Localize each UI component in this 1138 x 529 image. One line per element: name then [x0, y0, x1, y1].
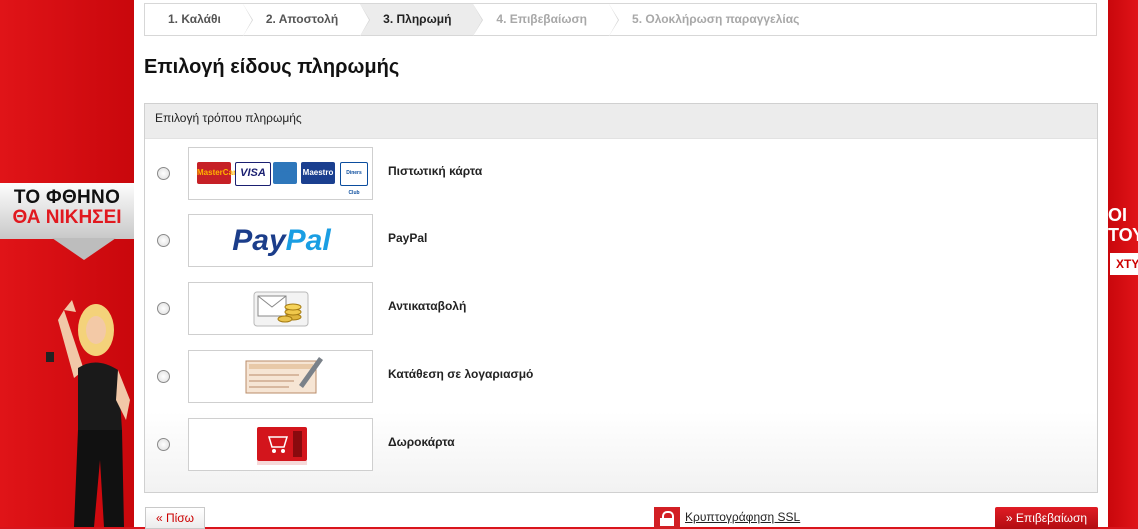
- credit-cards-icon[interactable]: MasterCard VISA American Express Maestro…: [188, 147, 373, 200]
- amex-logo: American Express: [273, 162, 297, 184]
- option-label-credit-card[interactable]: Πιστωτική κάρτα: [388, 164, 482, 178]
- ssl-encryption-link[interactable]: Κρυπτογράφηση SSL: [685, 510, 800, 524]
- back-button[interactable]: « Πίσω: [145, 507, 205, 529]
- step-label: 4. Επιβεβαίωση: [496, 12, 588, 26]
- payment-option-bank-deposit[interactable]: Κατάθεση σε λογαριασμό: [145, 350, 1097, 406]
- left-ad-arrow: [52, 238, 116, 260]
- right-ad-line1: ΟΙ: [1108, 205, 1128, 225]
- step-label: 2. Αποστολή: [265, 12, 339, 26]
- visa-logo: VISA: [235, 162, 271, 186]
- radio-credit-card[interactable]: [157, 167, 170, 180]
- right-ad-badge[interactable]: ΧΤΥ: [1110, 253, 1138, 275]
- radio-paypal[interactable]: [157, 234, 170, 247]
- payment-option-gift-card[interactable]: Δωροκάρτα: [145, 418, 1097, 474]
- option-label-bank-deposit[interactable]: Κατάθεση σε λογαριασμό: [388, 367, 533, 381]
- deposit-slip-pen-icon: [245, 357, 323, 394]
- envelope-coins-icon: [253, 291, 309, 327]
- payment-option-paypal[interactable]: PayPal PayPal: [145, 214, 1097, 270]
- checkout-step-payment: 3. Πληρωμή: [360, 4, 484, 36]
- right-ad-line2: ΤΟΥ: [1108, 225, 1138, 245]
- paypal-logo-part1: Pay: [232, 224, 286, 257]
- checkout-step-confirmation: 4. Επιβεβαίωση: [473, 4, 620, 36]
- lock-icon: [654, 507, 680, 529]
- panel-header: Επιλογή τρόπου πληρωμής: [145, 104, 1097, 139]
- radio-gift-card[interactable]: [157, 438, 170, 451]
- payment-option-credit-card[interactable]: MasterCard VISA American Express Maestro…: [145, 147, 1097, 203]
- payment-option-cash-on-delivery[interactable]: Αντικαταβολή: [145, 282, 1097, 338]
- option-label-paypal[interactable]: PayPal: [388, 231, 427, 245]
- gift-card-icon[interactable]: [188, 418, 373, 471]
- bank-deposit-slip-icon[interactable]: [188, 350, 373, 403]
- confirm-button[interactable]: » Επιβεβαίωση: [995, 507, 1098, 529]
- gift-card-image-icon: [257, 427, 307, 465]
- diners-club-logo: Diners Club: [340, 162, 368, 196]
- step-label: 5. Ολοκλήρωση παραγγελίας: [632, 12, 800, 26]
- radio-bank-deposit[interactable]: [157, 370, 170, 383]
- left-ad-model-image: [46, 300, 130, 527]
- radio-cash-on-delivery[interactable]: [157, 302, 170, 315]
- paypal-logo-part2: Pal: [285, 224, 331, 257]
- mastercard-logo: MasterCard: [197, 162, 241, 184]
- checkout-step-cart[interactable]: 1. Καλάθι: [145, 4, 253, 36]
- checkout-step-shipping[interactable]: 2. Αποστολή: [243, 4, 371, 36]
- option-label-gift-card[interactable]: Δωροκάρτα: [388, 435, 455, 449]
- step-label: 3. Πληρωμή: [383, 12, 452, 26]
- step-label: 1. Καλάθι: [168, 12, 221, 26]
- payment-method-panel: Επιλογή τρόπου πληρωμής MasterCard VISA …: [144, 103, 1098, 493]
- checkout-steps: 1. Καλάθι 2. Αποστολή 3. Πληρωμή 4. Επιβ…: [144, 3, 1097, 36]
- left-ad-line1: ΤΟ ΦΘΗΝΟ: [13, 187, 121, 208]
- left-ad-line2: ΘΑ ΝΙΚΗΣΕΙ: [12, 207, 122, 228]
- paypal-logo[interactable]: PayPal: [188, 214, 373, 267]
- cash-on-delivery-icon[interactable]: [188, 282, 373, 335]
- maestro-logo: Maestro: [301, 162, 335, 184]
- option-label-cash-on-delivery[interactable]: Αντικαταβολή: [388, 299, 466, 313]
- right-ad-text: ΟΙ ΤΟΥ: [1108, 205, 1138, 245]
- page-title: Επιλογή είδους πληρωμής: [144, 56, 400, 78]
- checkout-step-complete: 5. Ολοκλήρωση παραγγελίας: [609, 4, 821, 35]
